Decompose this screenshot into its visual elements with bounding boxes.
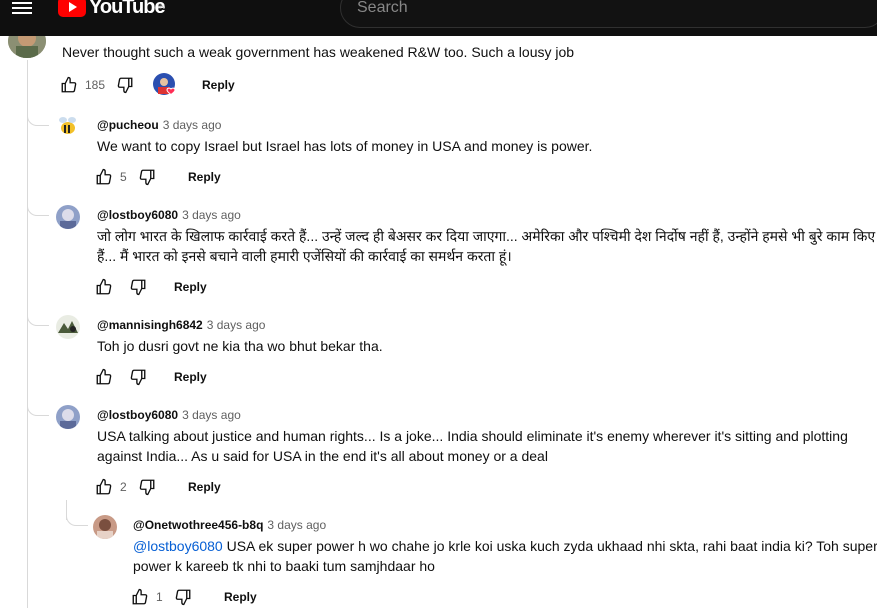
thread-line xyxy=(27,60,28,608)
comment-text: जो लोग भारत के खिलाफ कार्रवाई करते हैं..… xyxy=(97,228,876,264)
dislike-icon[interactable] xyxy=(137,167,157,187)
reply-button[interactable]: Reply xyxy=(202,78,235,92)
comment-author[interactable]: @lostboy6080 xyxy=(97,408,178,422)
reply-button[interactable]: Reply xyxy=(188,170,221,184)
dislike-icon[interactable] xyxy=(115,75,135,95)
thread-connector xyxy=(66,510,88,526)
like-icon[interactable] xyxy=(130,587,150,607)
masthead: YouTube IN Search xyxy=(0,0,877,36)
menu-icon[interactable] xyxy=(12,0,32,18)
comment-text: USA talking about justice and human righ… xyxy=(97,428,848,464)
mention-link[interactable]: @lostboy6080 xyxy=(133,538,223,554)
youtube-logo[interactable]: YouTube xyxy=(58,0,166,20)
dislike-icon[interactable] xyxy=(137,477,157,497)
comment-author[interactable]: @lostboy6080 xyxy=(97,208,178,222)
like-count: 185 xyxy=(85,78,106,92)
reply-button[interactable]: Reply xyxy=(174,370,207,384)
reply-button[interactable]: Reply xyxy=(188,480,221,494)
search-input[interactable]: Search xyxy=(340,0,877,28)
dislike-icon[interactable] xyxy=(128,367,148,387)
comment-timestamp[interactable]: 3 days ago xyxy=(182,208,241,222)
like-icon[interactable] xyxy=(94,167,114,187)
comment-timestamp[interactable]: 3 days ago xyxy=(163,118,222,132)
comment-text: We want to copy Israel but Israel has lo… xyxy=(97,138,593,154)
comment-author[interactable]: @mannisingh6842 xyxy=(97,318,203,332)
comment-author[interactable]: @pucheou xyxy=(97,118,159,132)
like-count: 5 xyxy=(120,170,127,184)
reply-button[interactable]: Reply xyxy=(174,280,207,294)
avatar[interactable] xyxy=(56,114,80,138)
thread-connector xyxy=(27,400,49,416)
search-placeholder: Search xyxy=(357,0,408,16)
comment-body: USA ek super power h wo chahe jo krle ko… xyxy=(133,538,877,574)
comment-timestamp[interactable]: 3 days ago xyxy=(267,518,326,532)
thread-connector xyxy=(27,110,49,126)
avatar[interactable] xyxy=(56,405,80,429)
dislike-icon[interactable] xyxy=(173,587,193,607)
thread-connector xyxy=(27,310,49,326)
logo-text: YouTube xyxy=(89,0,166,18)
comment-text: @lostboy6080 USA ek super power h wo cha… xyxy=(133,536,877,576)
avatar[interactable] xyxy=(93,515,117,539)
comment-author[interactable]: @Onetwothree456-b8q xyxy=(133,518,263,532)
comment-text: Toh jo dusri govt ne kia tha wo bhut bek… xyxy=(97,338,383,354)
comment-timestamp[interactable]: 3 days ago xyxy=(182,408,241,422)
comment-text: Never thought such a weak government has… xyxy=(62,44,575,60)
like-count: 2 xyxy=(120,480,127,494)
like-icon[interactable] xyxy=(94,477,114,497)
avatar[interactable] xyxy=(56,205,80,229)
avatar[interactable] xyxy=(56,315,80,339)
dislike-icon[interactable] xyxy=(128,277,148,297)
comment-timestamp[interactable]: 3 days ago xyxy=(207,318,266,332)
creator-heart-icon xyxy=(153,73,177,97)
thread-connector xyxy=(27,200,49,216)
like-icon[interactable] xyxy=(59,75,79,95)
like-count: 1 xyxy=(156,590,163,604)
country-code: IN xyxy=(158,4,165,11)
play-logo-icon xyxy=(58,0,86,17)
reply-button[interactable]: Reply xyxy=(224,590,257,604)
like-icon[interactable] xyxy=(94,277,114,297)
like-icon[interactable] xyxy=(94,367,114,387)
